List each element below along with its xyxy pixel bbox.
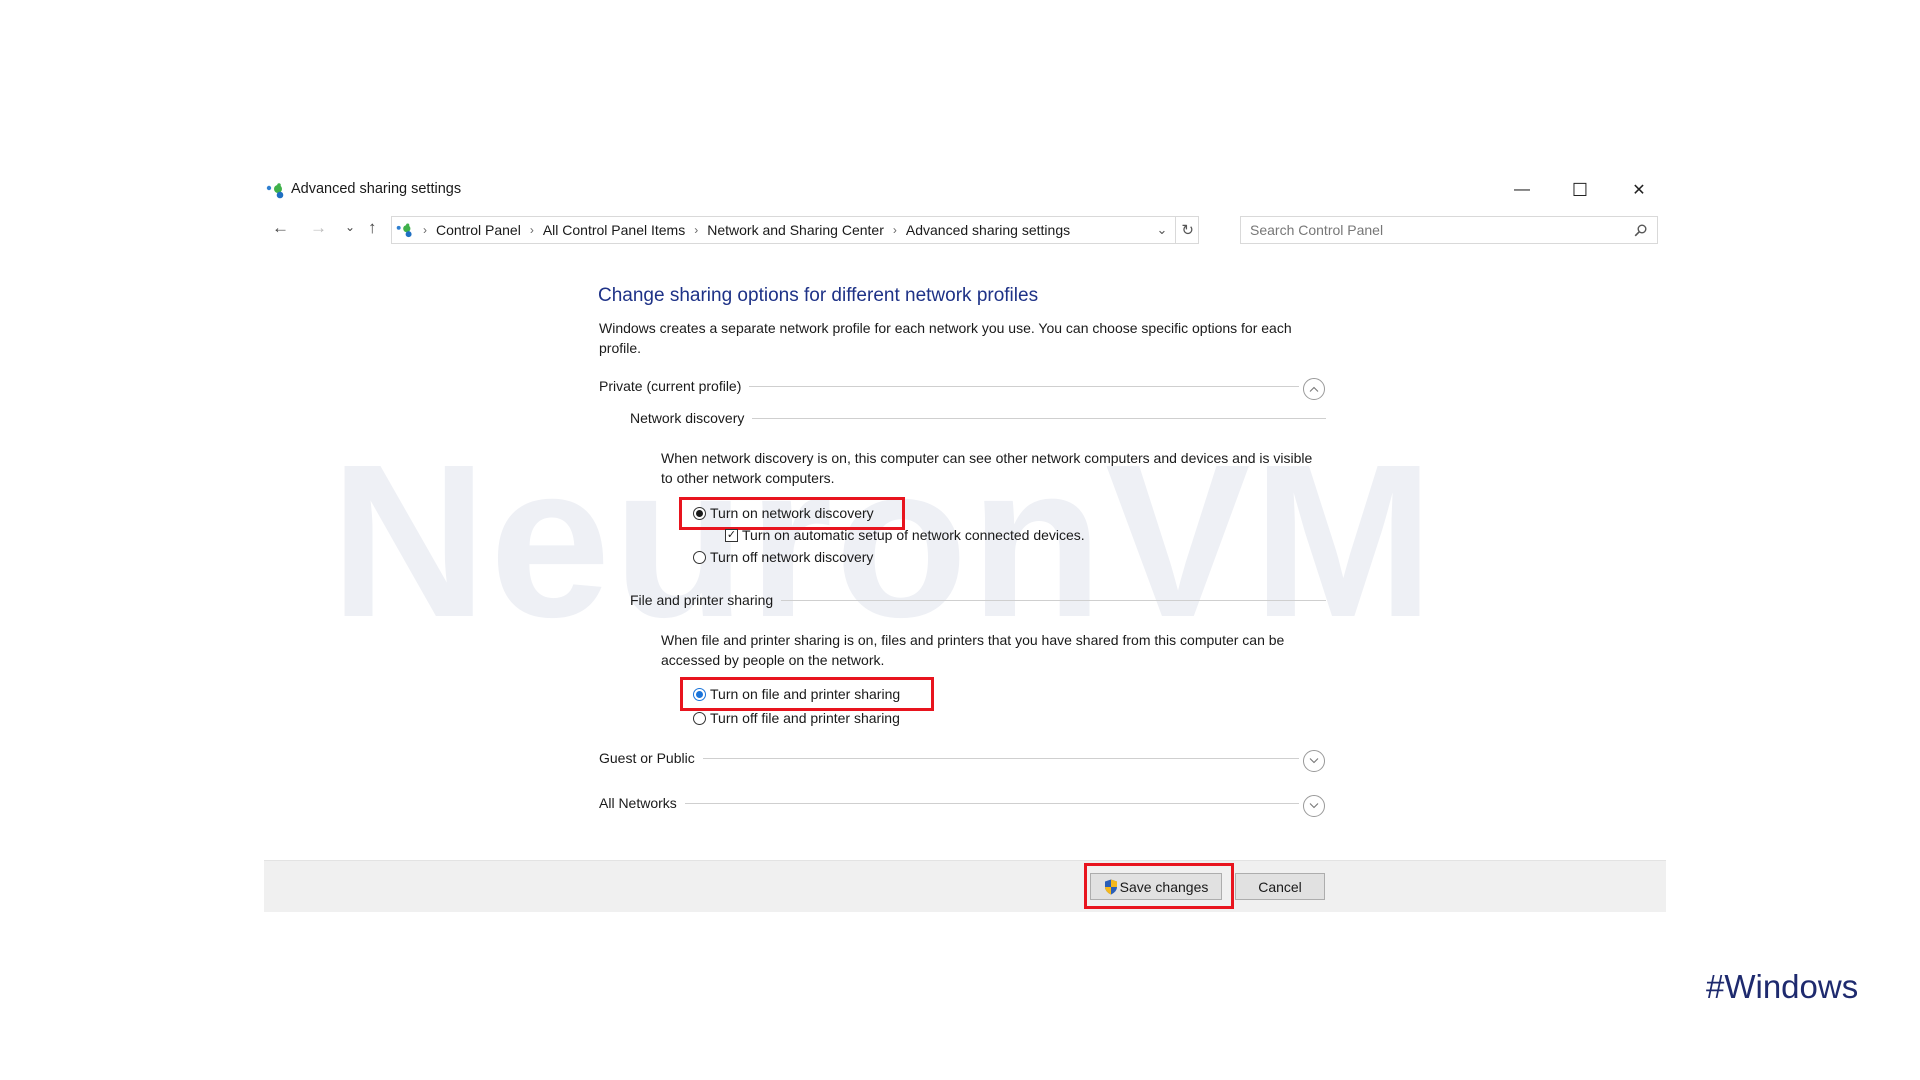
breadcrumb-separator: ›	[423, 223, 427, 237]
radio-network-discovery-on[interactable]: Turn on network discovery	[693, 505, 874, 521]
radio-label: Turn off file and printer sharing	[710, 710, 900, 726]
address-dropdown-icon[interactable]: ⌄	[1157, 222, 1168, 238]
profile-all-networks-header[interactable]: All Networks	[599, 795, 1299, 811]
up-button[interactable]: ↑	[368, 218, 377, 238]
radio-button-unselected[interactable]	[693, 711, 706, 725]
save-changes-button[interactable]: Save changes	[1090, 873, 1222, 900]
divider	[749, 385, 1299, 387]
expand-guest-button[interactable]	[1303, 750, 1325, 772]
divider	[702, 757, 1299, 759]
profile-guest-label: Guest or Public	[599, 750, 695, 766]
profile-all-networks-label: All Networks	[599, 795, 677, 811]
file-printer-sharing-description: When file and printer sharing is on, fil…	[661, 632, 1285, 668]
network-discovery-description: When network discovery is on, this compu…	[661, 450, 1313, 486]
maximize-button[interactable]: ☐	[1565, 176, 1595, 204]
breadcrumb-separator: ›	[529, 223, 534, 237]
network-discovery-label: Network discovery	[630, 410, 745, 426]
radio-file-sharing-on[interactable]: Turn on file and printer sharing	[693, 686, 900, 702]
radio-button-unselected[interactable]	[693, 550, 706, 564]
profile-private-header[interactable]: Private (current profile)	[599, 378, 1299, 394]
address-bar[interactable]: › Control Panel › All Control Panel Item…	[391, 216, 1199, 244]
collapse-private-button[interactable]	[1303, 378, 1325, 400]
expand-all-networks-button[interactable]	[1303, 795, 1325, 817]
uac-shield-icon	[1104, 879, 1118, 895]
breadcrumb-all-items[interactable]: All Control Panel Items	[543, 222, 685, 238]
page-title: Change sharing options for different net…	[598, 285, 1039, 306]
profile-guest-header[interactable]: Guest or Public	[599, 750, 1299, 766]
breadcrumb-advanced-sharing[interactable]: Advanced sharing settings	[906, 222, 1070, 238]
window-title: Advanced sharing settings	[291, 181, 462, 197]
close-button[interactable]: ✕	[1624, 176, 1654, 204]
back-button[interactable]: ←	[272, 218, 289, 238]
checkbox-label: Turn on automatic setup of network conne…	[742, 527, 1085, 543]
window-icon	[266, 183, 286, 199]
recent-locations-button[interactable]: ⌄	[345, 220, 355, 234]
save-changes-label: Save changes	[1119, 878, 1209, 895]
radio-label: Turn on file and printer sharing	[710, 686, 901, 702]
minimize-button[interactable]: —	[1507, 176, 1537, 204]
radio-label: Turn on network discovery	[710, 505, 874, 521]
search-placeholder: Search Control Panel	[1250, 222, 1384, 238]
divider	[781, 599, 1326, 601]
breadcrumb-network-sharing-center[interactable]: Network and Sharing Center	[707, 222, 884, 238]
breadcrumb-separator: ›	[892, 223, 897, 237]
checkbox-auto-setup[interactable]: ✓ Turn on automatic setup of network con…	[725, 527, 1085, 543]
refresh-icon[interactable]: ↻	[1181, 221, 1194, 239]
radio-label: Turn off network discovery	[710, 549, 874, 565]
breadcrumb-control-panel[interactable]: Control Panel	[436, 222, 521, 238]
checkbox-checked[interactable]: ✓	[725, 528, 738, 542]
radio-button-selected[interactable]	[693, 687, 706, 701]
cancel-button[interactable]: Cancel	[1235, 873, 1325, 900]
network-discovery-header: Network discovery	[630, 410, 1326, 426]
search-input[interactable]: Search Control Panel	[1240, 216, 1658, 244]
file-printer-sharing-header: File and printer sharing	[630, 592, 1326, 608]
divider	[752, 417, 1326, 419]
search-icon	[1634, 224, 1647, 237]
profile-private-label: Private (current profile)	[599, 378, 742, 394]
radio-network-discovery-off[interactable]: Turn off network discovery	[693, 549, 873, 565]
footer-bar	[264, 860, 1666, 912]
hashtag-label: #Windows	[1706, 968, 1859, 1005]
page-description: Windows creates a separate network profi…	[599, 320, 1292, 356]
breadcrumb-separator: ›	[694, 223, 699, 237]
network-sharing-icon	[396, 222, 414, 238]
divider	[684, 802, 1299, 804]
file-printer-sharing-label: File and printer sharing	[630, 592, 774, 608]
radio-button-selected[interactable]	[693, 506, 706, 520]
forward-button[interactable]: →	[310, 218, 327, 238]
radio-file-sharing-off[interactable]: Turn off file and printer sharing	[693, 710, 900, 726]
